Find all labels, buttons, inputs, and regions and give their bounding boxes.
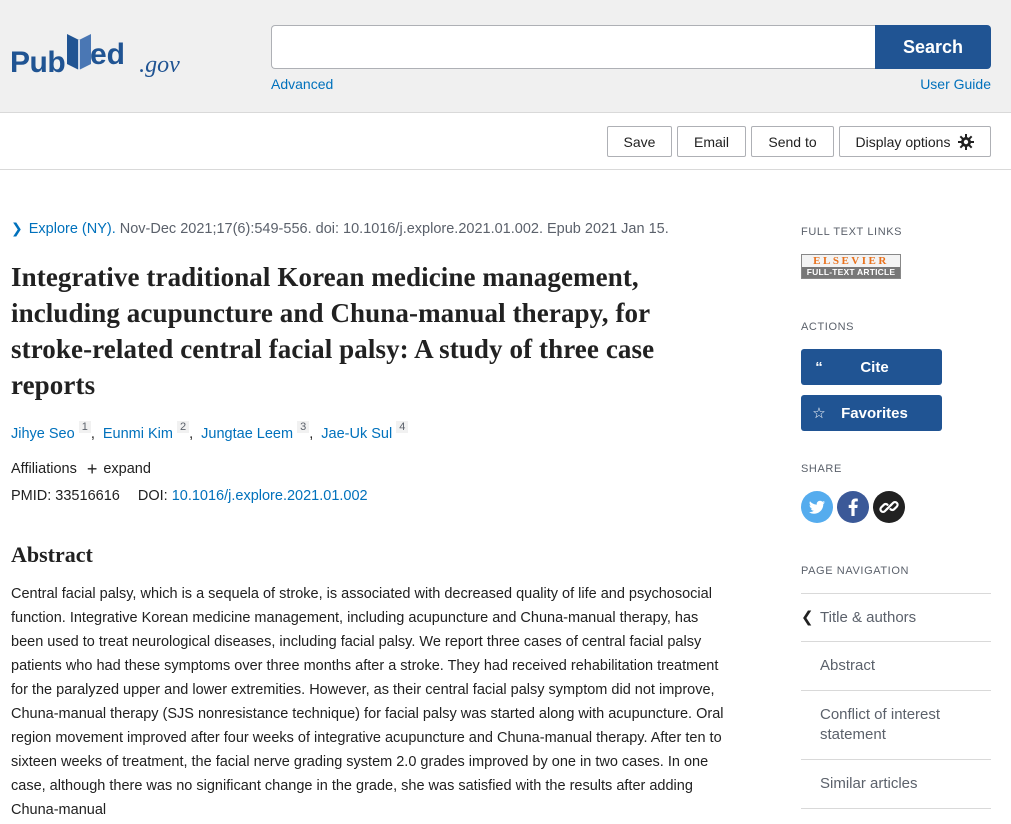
nav-item-conflict-of-interest[interactable]: Conflict of interest statement (801, 691, 991, 760)
nav-item-abstract[interactable]: Abstract (801, 642, 991, 691)
email-button[interactable]: Email (677, 126, 746, 157)
logo-gov-text: .gov (139, 52, 180, 78)
send-to-button[interactable]: Send to (751, 126, 834, 157)
display-options-button[interactable]: Display options (839, 126, 991, 157)
nav-item-similar-articles[interactable]: Similar articles (801, 760, 991, 809)
search-input[interactable] (271, 25, 876, 69)
nav-item-title-authors[interactable]: ❮ Title & authors (801, 593, 991, 642)
save-button[interactable]: Save (607, 126, 672, 157)
search-button[interactable]: Search (875, 25, 991, 69)
affiliation-ref[interactable]: 1 (78, 421, 91, 433)
author-link[interactable]: Jungtae Leem (201, 426, 293, 442)
display-options-label: Display options (855, 133, 951, 150)
affiliations-row: Affiliations + expand (11, 459, 151, 479)
advanced-search-link[interactable]: Advanced (271, 76, 333, 92)
facebook-icon[interactable] (837, 491, 869, 523)
nav-item-label: Conflict of interest statement (820, 706, 941, 743)
share-label: SHARE (801, 463, 842, 475)
author-link[interactable]: Jihye Seo (11, 426, 75, 442)
permalink-icon[interactable] (873, 491, 905, 523)
affiliations-label: Affiliations (11, 461, 77, 477)
quote-icon: “ (815, 358, 823, 376)
doi-label: DOI: (137, 488, 168, 504)
page-navigation-list: ❮ Title & authors Abstract Conflict of i… (801, 593, 991, 809)
svg-text:ed: ed (90, 38, 125, 71)
abstract-heading: Abstract (11, 542, 93, 567)
logo-med-mark: ed (65, 28, 137, 72)
article-identifiers: PMID: 33516616 DOI: 10.1016/j.explore.20… (11, 488, 368, 504)
star-icon: ☆ (812, 405, 826, 422)
logo-book-icon: ed (67, 34, 125, 71)
chevron-left-icon: ❮ (801, 608, 814, 626)
elsevier-full-text-link[interactable]: ELSEVIER FULL-TEXT ARTICLE (801, 254, 901, 279)
doi-link[interactable]: 10.1016/j.explore.2021.01.002 (172, 488, 368, 504)
full-text-article-text: FULL-TEXT ARTICLE (802, 267, 900, 278)
cite-label: Cite (860, 358, 889, 376)
author-link[interactable]: Jae-Uk Sul (321, 426, 392, 442)
authors-list: Jihye Seo 1, Eunmi Kim 2, Jungtae Leem 3, J… (11, 421, 409, 442)
favorites-label: Favorites (841, 404, 908, 422)
expand-affiliations-button[interactable]: + expand (86, 459, 151, 479)
citation-details: Nov-Dec 2021;17(6):549-556. doi: 10.1016… (119, 220, 669, 237)
affiliation-ref[interactable]: 4 (396, 421, 409, 433)
pubmed-logo[interactable]: Pub ed .gov (10, 28, 180, 79)
plus-icon: + (86, 459, 98, 479)
article-toolbar: Save Email Send to Display options (0, 113, 1011, 170)
affiliation-ref[interactable]: 2 (176, 421, 190, 433)
chevron-right-icon: ❯ (11, 220, 23, 236)
journal-citation-line: ❯ Explore (NY). Nov-Dec 2021;17(6):549-5… (11, 220, 669, 237)
gear-icon (958, 133, 975, 150)
article-title: Integrative traditional Korean medicine … (11, 262, 655, 400)
nav-item-label: Abstract (820, 657, 876, 674)
full-text-links-label: FULL TEXT LINKS (801, 226, 903, 238)
favorites-button[interactable]: ☆ Favorites (801, 395, 942, 431)
affiliation-ref[interactable]: 3 (297, 421, 310, 433)
page-navigation-label: PAGE NAVIGATION (801, 565, 910, 577)
abstract-text: Central facial palsy, which is a sequela… (11, 586, 724, 818)
header: Pub ed .gov Search Advanced User Guide (0, 0, 1011, 113)
user-guide-link[interactable]: User Guide (920, 76, 991, 92)
nav-item-label: Similar articles (820, 775, 918, 792)
twitter-icon[interactable] (801, 491, 833, 523)
logo-pub-text: Pub (10, 46, 66, 79)
elsevier-logo-text: ELSEVIER (813, 255, 889, 267)
journal-link[interactable]: Explore (NY). (29, 221, 116, 237)
actions-label: ACTIONS (801, 321, 855, 333)
cite-button[interactable]: “ Cite (801, 349, 942, 385)
expand-label: expand (103, 461, 151, 477)
author-link[interactable]: Eunmi Kim (103, 426, 173, 442)
pmid-label: PMID: 33516616 (11, 488, 120, 504)
nav-item-label: Title & authors (820, 609, 917, 626)
